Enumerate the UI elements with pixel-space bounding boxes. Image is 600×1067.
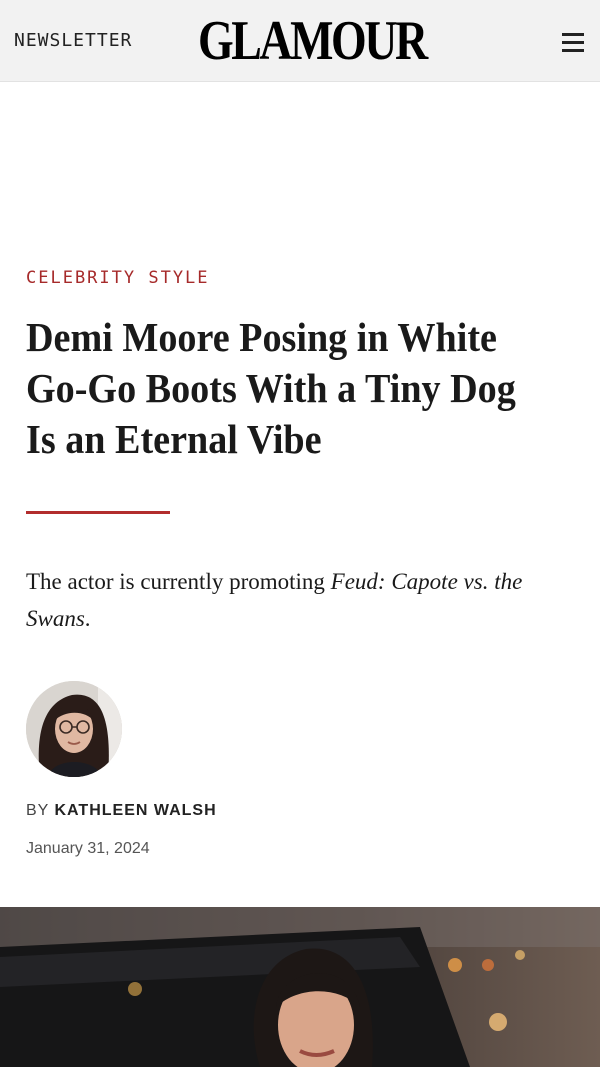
section-label[interactable]: CELEBRITY STYLE [26, 268, 210, 288]
glamour-logo[interactable]: GLAMOUR [198, 12, 428, 70]
site-header: NEWSLETTER GLAMOUR [0, 0, 600, 82]
author-avatar[interactable] [26, 681, 122, 777]
article-title: Demi Moore Posing in White Go-Go Boots W… [26, 314, 516, 462]
menu-line [562, 33, 584, 36]
dek-text: The actor is currently promoting [26, 569, 331, 594]
newsletter-link[interactable]: NEWSLETTER [14, 30, 132, 51]
article-dek: The actor is currently promoting Feud: C… [26, 563, 586, 637]
hamburger-menu-icon[interactable] [560, 31, 586, 53]
author-link[interactable]: KATHLEEN WALSH [55, 802, 217, 819]
byline-prefix: BY [26, 802, 55, 819]
title-divider [26, 511, 170, 514]
byline: BY KATHLEEN WALSH [26, 802, 217, 820]
hero-photo [0, 907, 600, 1067]
menu-line [562, 49, 584, 52]
menu-line [562, 41, 584, 44]
hero-image [0, 907, 600, 1067]
dek-end: . [84, 606, 91, 631]
publish-date: January 31, 2024 [26, 840, 150, 857]
author-photo [26, 681, 122, 777]
